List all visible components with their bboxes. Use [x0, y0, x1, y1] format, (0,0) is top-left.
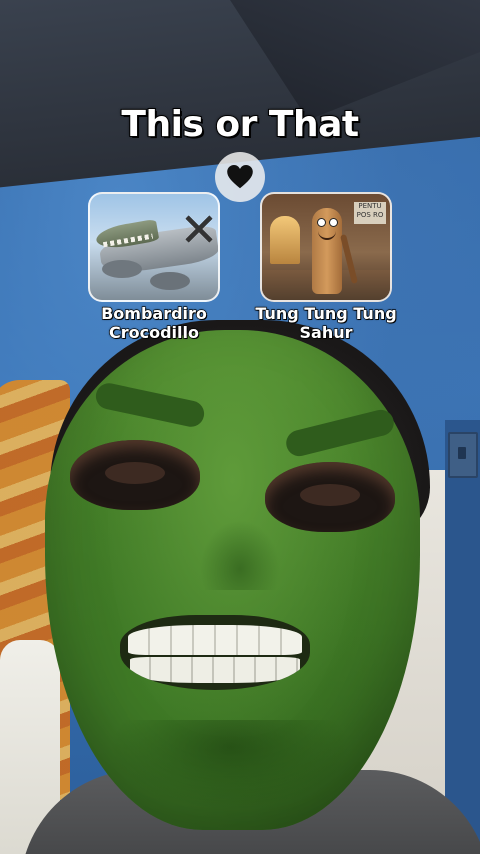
option-left-label-line2: Crocodillo [108, 322, 199, 342]
propeller [182, 212, 216, 246]
character-eye-left [317, 218, 326, 227]
option-right-label-line2: Sahur [299, 322, 353, 342]
mask-mouth [120, 615, 310, 690]
wall-switch [448, 432, 478, 478]
tung-tung-tung-sahur-image: PENTU POS RO [260, 192, 392, 302]
mask-nose [200, 520, 280, 590]
option-right-label-line1: Tung Tung Tung [255, 303, 398, 323]
arched-window [270, 216, 300, 264]
option-left: Bombardiro Crocodillo [88, 192, 220, 343]
thumbnail-sign: PENTU POS RO [354, 202, 386, 224]
mask-eye-right [265, 462, 395, 532]
engine-right [150, 272, 190, 290]
mask-eye-left [70, 440, 200, 510]
door-frame [445, 420, 480, 854]
bombardiro-crocodillo-image [88, 192, 220, 302]
option-left-label: Bombardiro Crocodillo [88, 303, 220, 342]
option-right: PENTU POS RO Tung Tung Tung Sahur [255, 192, 397, 343]
option-right-label: Tung Tung Tung Sahur [246, 303, 406, 342]
character-eye-right [329, 218, 338, 227]
mask-teeth-bottom [130, 657, 300, 683]
filter-title: This or That [120, 103, 360, 146]
option-left-label-line1: Bombardiro [100, 303, 207, 323]
mask-chin-shadow [110, 720, 350, 810]
heart-badge [215, 152, 265, 202]
engine-left [102, 260, 142, 278]
mask-teeth-top [128, 625, 302, 655]
heart-icon [227, 165, 253, 189]
